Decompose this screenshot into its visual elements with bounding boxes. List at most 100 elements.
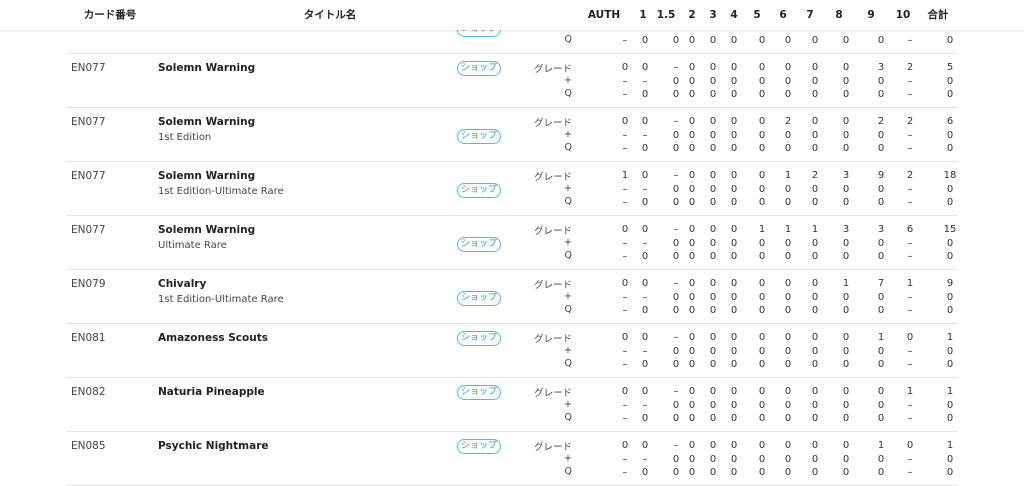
cell-grade-8: 0 bbox=[811, 386, 819, 397]
cell-q-12: 0 bbox=[946, 35, 954, 46]
cell-plus-0: – bbox=[622, 184, 628, 195]
card-code: EN077 bbox=[71, 170, 106, 182]
cell-plus-11: – bbox=[907, 400, 913, 411]
cell-q-3: 0 bbox=[688, 251, 696, 262]
cell-q-11: – bbox=[907, 197, 913, 208]
cell-grade-1: 0 bbox=[641, 116, 649, 127]
cell-grade-11: 1 bbox=[906, 386, 914, 397]
cell-q-5: 0 bbox=[730, 251, 738, 262]
row-label-q: Q bbox=[564, 412, 572, 423]
cell-grade-11: 0 bbox=[906, 440, 914, 451]
shop-button[interactable]: ショップ bbox=[457, 183, 501, 198]
cell-grade-4: 0 bbox=[709, 278, 717, 289]
cell-plus-4: 0 bbox=[709, 238, 717, 249]
cell-grade-8: 0 bbox=[811, 116, 819, 127]
shop-button[interactable]: ショップ bbox=[457, 237, 501, 252]
shop-button[interactable]: ショップ bbox=[457, 331, 501, 346]
cell-q-2: 0 bbox=[672, 251, 680, 262]
cell-grade-1: 0 bbox=[641, 386, 649, 397]
cell-q-0: – bbox=[622, 197, 628, 208]
cell-q-5: 0 bbox=[730, 143, 738, 154]
cell-plus-3: 0 bbox=[688, 292, 696, 303]
column-header-g15: 1.5 bbox=[656, 9, 676, 21]
cell-q-4: 0 bbox=[709, 467, 717, 478]
cell-grade-11: 1 bbox=[906, 278, 914, 289]
cell-grade-10: 1 bbox=[877, 440, 885, 451]
cell-plus-10: 0 bbox=[877, 454, 885, 465]
shop-button[interactable]: ショップ bbox=[457, 61, 501, 76]
row-label-plus: + bbox=[564, 183, 572, 194]
row-label-plus: + bbox=[564, 291, 572, 302]
column-header-g2: 2 bbox=[688, 9, 696, 21]
cell-plus-1: – bbox=[642, 292, 648, 303]
row-label-q: Q bbox=[564, 250, 572, 261]
cell-q-1: 0 bbox=[641, 251, 649, 262]
cell-plus-2: 0 bbox=[672, 238, 680, 249]
cell-grade-7: 0 bbox=[784, 332, 792, 343]
cell-grade-7: 1 bbox=[784, 170, 792, 181]
card-name: Naturia Pineapple bbox=[158, 386, 265, 398]
cell-plus-2: 0 bbox=[672, 76, 680, 87]
cell-q-1: 0 bbox=[641, 305, 649, 316]
cell-grade-4: 0 bbox=[709, 170, 717, 181]
cell-grade-5: 0 bbox=[730, 116, 738, 127]
cell-q-10: 0 bbox=[877, 413, 885, 424]
cell-q-3: 0 bbox=[688, 413, 696, 424]
cell-q-6: 0 bbox=[758, 413, 766, 424]
cell-grade-12: 1 bbox=[946, 332, 954, 343]
cell-q-9: 0 bbox=[842, 251, 850, 262]
cell-plus-6: 0 bbox=[758, 454, 766, 465]
cell-grade-2: – bbox=[673, 332, 679, 343]
cell-grade-0: 0 bbox=[621, 386, 629, 397]
row-label-plus: + bbox=[564, 399, 572, 410]
cell-grade-0: 1 bbox=[621, 170, 629, 181]
shop-button[interactable]: ショップ bbox=[457, 385, 501, 400]
cell-q-4: 0 bbox=[709, 143, 717, 154]
cell-plus-1: – bbox=[642, 346, 648, 357]
shop-button[interactable]: ショップ bbox=[457, 439, 501, 454]
cell-q-8: 0 bbox=[811, 251, 819, 262]
cell-plus-11: – bbox=[907, 292, 913, 303]
cell-grade-1: 0 bbox=[641, 170, 649, 181]
cell-q-6: 0 bbox=[758, 89, 766, 100]
row-label-q: Q bbox=[564, 466, 572, 477]
shop-button[interactable]: ショップ bbox=[457, 129, 501, 144]
cell-grade-11: 2 bbox=[906, 62, 914, 73]
cell-q-2: 0 bbox=[672, 467, 680, 478]
card-name: Chivalry bbox=[158, 278, 207, 290]
cell-grade-1: 0 bbox=[641, 332, 649, 343]
cell-q-2: 0 bbox=[672, 413, 680, 424]
cell-plus-2: 0 bbox=[672, 130, 680, 141]
card-edition: 1st Edition-Ultimate Rare bbox=[158, 294, 284, 305]
cell-grade-6: 0 bbox=[758, 386, 766, 397]
cell-grade-5: 0 bbox=[730, 386, 738, 397]
cell-grade-4: 0 bbox=[709, 332, 717, 343]
cell-grade-6: 0 bbox=[758, 440, 766, 451]
cell-q-5: 0 bbox=[730, 305, 738, 316]
cell-q-0: – bbox=[622, 143, 628, 154]
cell-q-0: – bbox=[622, 89, 628, 100]
cell-grade-10: 3 bbox=[877, 224, 885, 235]
cell-grade-7: 2 bbox=[784, 116, 792, 127]
cell-q-4: 0 bbox=[709, 251, 717, 262]
cell-q-6: 0 bbox=[758, 359, 766, 370]
cell-grade-2: – bbox=[673, 116, 679, 127]
column-header-g8: 8 bbox=[835, 9, 843, 21]
cell-grade-0: 0 bbox=[621, 332, 629, 343]
cell-plus-9: 0 bbox=[842, 184, 850, 195]
cell-q-2: 0 bbox=[672, 35, 680, 46]
cell-q-9: 0 bbox=[842, 89, 850, 100]
cell-q-5: 0 bbox=[730, 413, 738, 424]
table-row: EN085 Psychic Nightmare ショップ グレード 0 0–0 0 0 0 0 0 0… bbox=[0, 432, 1024, 486]
cell-q-4: 0 bbox=[709, 413, 717, 424]
cell-plus-3: 0 bbox=[688, 400, 696, 411]
cell-q-0: – bbox=[622, 359, 628, 370]
cell-q-4: 0 bbox=[709, 197, 717, 208]
cell-grade-9: 0 bbox=[842, 116, 850, 127]
cell-plus-2: 0 bbox=[672, 292, 680, 303]
card-code: EN082 bbox=[71, 386, 106, 398]
cell-plus-9: 0 bbox=[842, 346, 850, 357]
shop-button[interactable]: ショップ bbox=[457, 291, 501, 306]
cell-grade-8: 0 bbox=[811, 440, 819, 451]
cell-q-11: – bbox=[907, 143, 913, 154]
